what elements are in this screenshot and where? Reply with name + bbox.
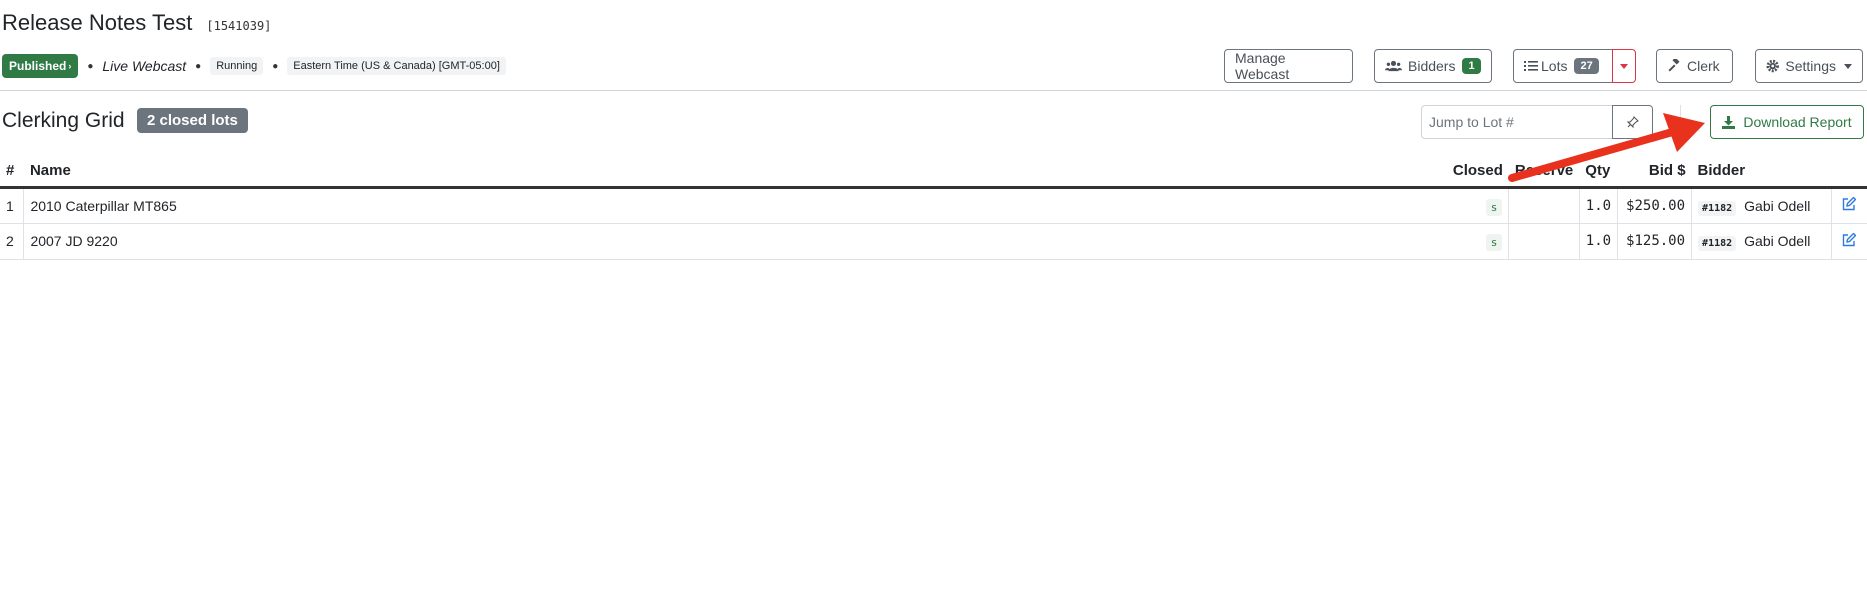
settings-label: Settings — [1785, 58, 1836, 74]
bidder-name: Gabi Odell — [1744, 197, 1811, 214]
list-icon — [1524, 61, 1538, 71]
download-report-label: Download Report — [1743, 114, 1852, 130]
manage-webcast-label: Manage Webcast — [1235, 50, 1290, 82]
table-row[interactable]: 1 2010 Caterpillar MT865 s 1.0 $250.00 #… — [0, 187, 1867, 224]
actions-cell — [1830, 187, 1867, 224]
settings-button[interactable]: Settings — [1755, 49, 1863, 83]
bidders-label: Bidders — [1408, 58, 1456, 74]
separator-dot: ● — [87, 60, 94, 72]
timezone-badge: Eastern Time (US & Canada) [GMT-05:00] — [287, 57, 506, 75]
clerk-label: Clerk — [1687, 58, 1720, 74]
published-status-button[interactable]: Published › — [2, 54, 79, 78]
status-row: Published › ● Live Webcast ● Running ● E… — [2, 52, 506, 80]
bid-cell[interactable]: $125.00 — [1617, 223, 1692, 260]
reserve-cell[interactable] — [1508, 223, 1580, 260]
caret-down-icon — [1844, 63, 1852, 69]
lot-number: 2 — [0, 223, 24, 260]
download-report-button[interactable]: Download Report — [1710, 105, 1864, 139]
jump-go-button[interactable] — [1612, 105, 1653, 139]
bidder-cell[interactable]: #1182 Gabi Odell — [1691, 223, 1832, 260]
download-icon — [1722, 115, 1736, 129]
lot-number: 1 — [0, 187, 24, 224]
actions-cell — [1830, 223, 1867, 260]
closed-cell: s — [1446, 223, 1509, 260]
closed-status-badge: s — [1485, 198, 1503, 216]
closed-cell: s — [1446, 187, 1509, 224]
col-header-qty: Qty — [1579, 155, 1618, 189]
qty-cell[interactable]: 1.0 — [1578, 223, 1618, 260]
table-header-row: # Name Closed Reserve Qty Bid $ Bidder — [0, 155, 1867, 189]
table-row[interactable]: 2 2007 JD 9220 s 1.0 $125.00 #1182 Gabi O… — [0, 223, 1867, 260]
clerk-button[interactable]: Clerk — [1656, 49, 1733, 83]
event-header: Release Notes Test [1541039] — [2, 10, 271, 36]
col-header-bid: Bid $ — [1617, 155, 1692, 189]
separator-dot: ● — [272, 60, 279, 72]
manage-webcast-button[interactable]: Manage Webcast — [1224, 49, 1353, 83]
lots-button[interactable]: Lots 27 — [1513, 49, 1613, 83]
edit-icon[interactable] — [1842, 232, 1857, 247]
col-header-name: Name — [23, 155, 1447, 189]
gear-icon — [1766, 59, 1779, 73]
toolbar-separator — [1680, 105, 1681, 137]
reserve-cell[interactable] — [1508, 187, 1580, 224]
gavel-icon — [1668, 59, 1680, 72]
col-header-closed: Closed — [1446, 155, 1509, 189]
separator-dot: ● — [195, 60, 202, 72]
state-badge: Running — [210, 57, 264, 75]
annotation-arrow — [1508, 113, 1705, 182]
closed-status-badge: s — [1485, 234, 1503, 251]
lots-count-badge: 27 — [1574, 58, 1599, 74]
bidder-number: #1182 — [1698, 200, 1737, 216]
lot-name: 2010 Caterpillar MT865 — [23, 187, 1447, 224]
bidder-number: #1182 — [1698, 236, 1737, 251]
jump-to-lot-input[interactable] — [1421, 105, 1613, 139]
col-header-actions — [1831, 155, 1867, 189]
col-header-bidder: Bidder — [1691, 155, 1832, 189]
closed-lots-badge: 2 closed lots — [137, 108, 248, 133]
published-label: Published — [9, 59, 67, 73]
col-header-num: # — [0, 155, 24, 189]
header-divider — [0, 90, 1867, 91]
bidders-count-badge: 1 — [1462, 58, 1481, 74]
users-icon — [1385, 60, 1402, 72]
col-header-reserve: Reserve — [1508, 155, 1580, 189]
bid-cell[interactable]: $250.00 — [1617, 187, 1692, 224]
section-title: Clerking Grid — [2, 109, 125, 132]
lot-name: 2007 JD 9220 — [23, 223, 1447, 260]
edit-icon[interactable] — [1842, 196, 1857, 211]
event-mode: Live Webcast — [102, 58, 187, 74]
pin-icon — [1626, 116, 1639, 128]
bidders-button[interactable]: Bidders 1 — [1374, 49, 1492, 83]
caret-down-icon — [1620, 63, 1628, 69]
bidder-name: Gabi Odell — [1744, 233, 1811, 249]
event-id: [1541039] — [206, 19, 272, 33]
qty-cell[interactable]: 1.0 — [1578, 187, 1618, 224]
clerking-table: # Name Closed Reserve Qty Bid $ Bidder 1… — [0, 155, 1867, 260]
page-title: Release Notes Test — [2, 10, 193, 35]
lots-label: Lots — [1541, 58, 1568, 74]
bidder-cell[interactable]: #1182 Gabi Odell — [1691, 187, 1832, 224]
chevron-right-icon: › — [68, 61, 72, 71]
lots-dropdown-toggle[interactable] — [1612, 49, 1636, 83]
